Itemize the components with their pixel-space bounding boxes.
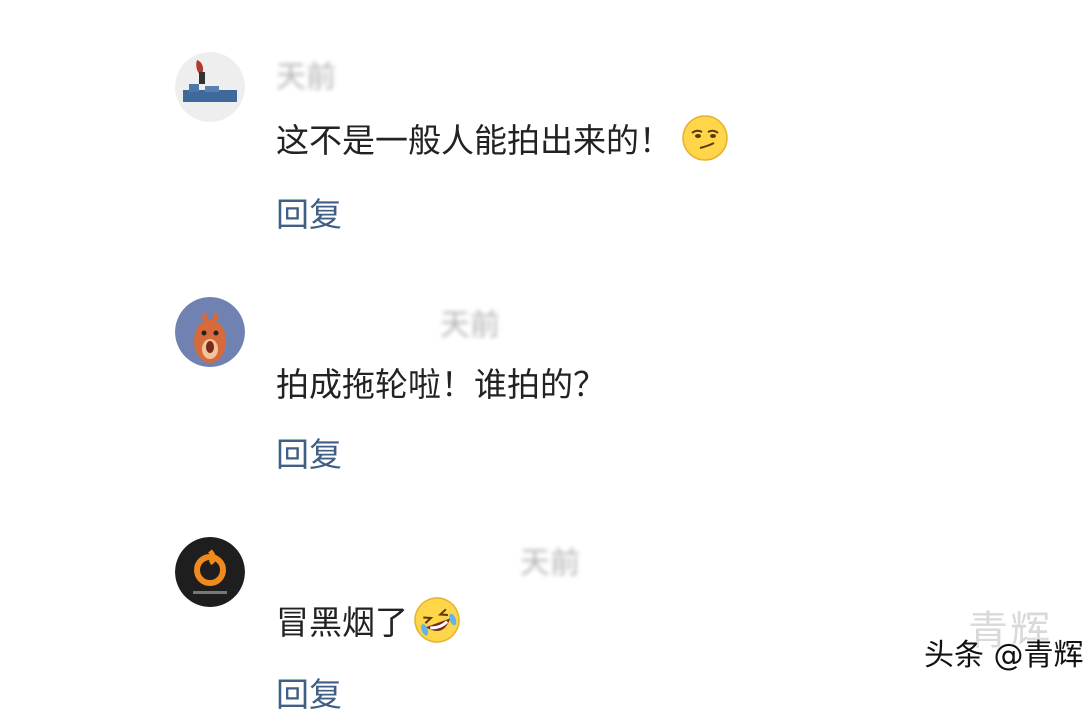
comment-text-content: 这不是一般人能拍出来的！ <box>276 121 672 160</box>
comment-text: 冒黑烟了 <box>276 595 462 645</box>
avatar[interactable] <box>175 537 245 607</box>
comment-text: 拍成拖轮啦！谁拍的？ <box>276 358 606 406</box>
reply-button[interactable]: 回复 <box>276 668 342 716</box>
avatar[interactable] <box>175 297 245 367</box>
comment-text-content: 冒黑烟了 <box>276 603 408 642</box>
reply-button[interactable]: 回复 <box>276 428 342 476</box>
comment-text-content: 拍成拖轮啦！谁拍的？ <box>276 365 606 404</box>
comment-meta: 天前 <box>440 308 500 343</box>
brand-label: 头条 @青辉 <box>924 638 1084 673</box>
smirk-emoji-icon <box>680 113 730 163</box>
reply-button[interactable]: 回复 <box>276 188 342 236</box>
rofl-emoji-icon <box>412 595 462 645</box>
comment-meta: 天前 <box>276 60 336 95</box>
comment-meta: 天前 <box>520 546 580 581</box>
comment-text: 这不是一般人能拍出来的！ <box>276 113 730 163</box>
avatar[interactable] <box>175 52 245 122</box>
